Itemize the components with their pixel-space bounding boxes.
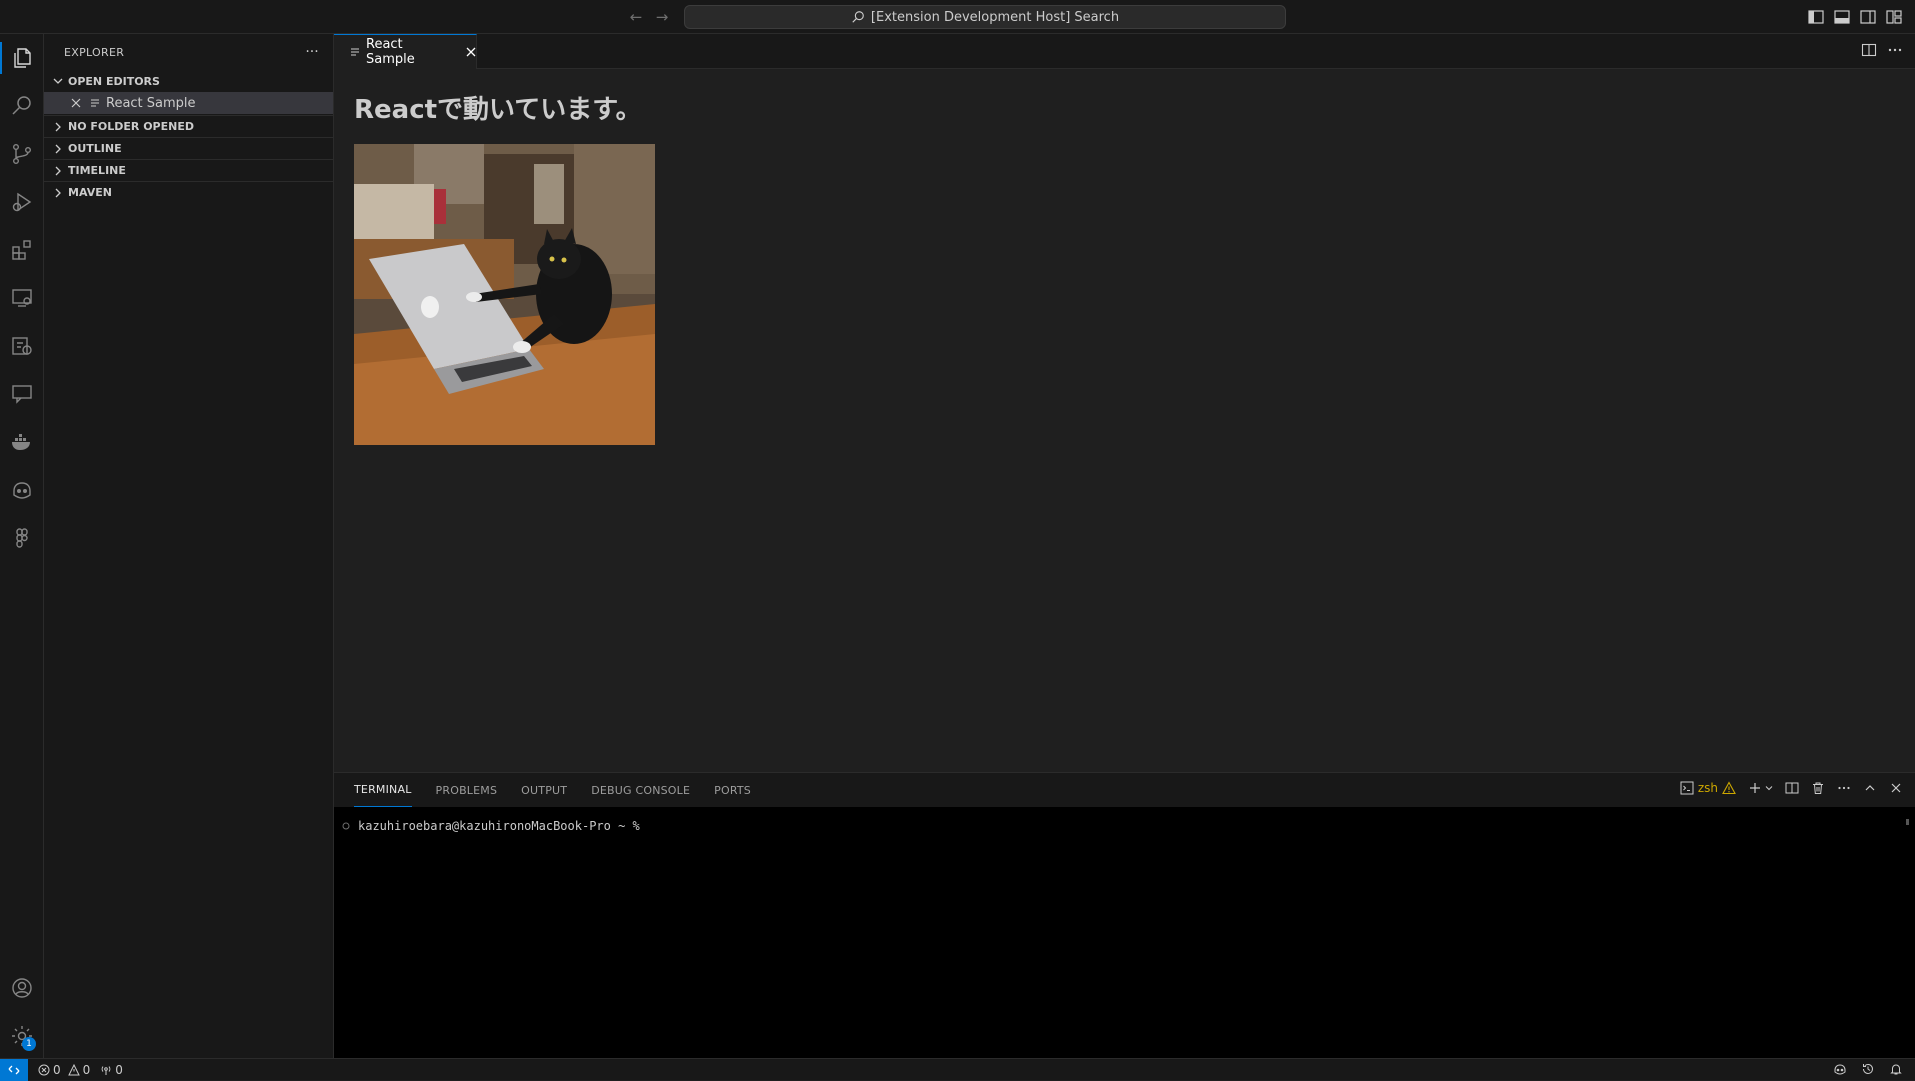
tab-output[interactable]: OUTPUT — [521, 773, 567, 807]
close-icon[interactable] — [68, 98, 84, 108]
new-terminal-icon[interactable] — [1748, 781, 1773, 795]
terminal-prompt: kazuhiroebara@kazuhironoMacBook-Pro ~ % — [358, 819, 640, 833]
tab-label: React Sample — [366, 37, 415, 67]
section-label: TIMELINE — [68, 164, 126, 177]
tab-problems[interactable]: PROBLEMS — [436, 773, 498, 807]
back-button[interactable]: ← — [626, 8, 646, 26]
toggle-panel-icon[interactable] — [1833, 8, 1851, 26]
page-heading: Reactで動いています。 — [354, 95, 642, 125]
more-actions-icon[interactable] — [1837, 781, 1851, 795]
settings-badge: 1 — [22, 1037, 36, 1051]
docker-icon[interactable] — [6, 426, 38, 458]
command-center-search[interactable]: [Extension Development Host] Search — [684, 5, 1286, 29]
settings-gear-icon[interactable]: 1 — [6, 1020, 38, 1052]
tab-react-sample[interactable]: React Sample — [334, 34, 477, 69]
section-outline[interactable]: OUTLINE — [44, 137, 333, 159]
ports-status[interactable]: 0 — [100, 1063, 123, 1077]
terminal-icon — [1680, 781, 1694, 795]
split-terminal-icon[interactable] — [1785, 781, 1799, 795]
tab-debug-console[interactable]: DEBUG CONSOLE — [591, 773, 690, 807]
sidebar-more-actions-button[interactable]: ··· — [302, 43, 322, 61]
section-label: OUTLINE — [68, 142, 122, 155]
notifications-bell-icon[interactable] — [1889, 1062, 1903, 1076]
chevron-down-icon — [48, 70, 68, 92]
more-actions-icon[interactable] — [1887, 42, 1903, 58]
command-center-label: [Extension Development Host] Search — [870, 9, 1120, 25]
figma-icon[interactable] — [6, 522, 38, 554]
error-count: 0 — [53, 1062, 61, 1077]
sidebar-title: EXPLORER — [64, 46, 125, 59]
explorer-sidebar: EXPLORER ··· OPEN EDITORS React Sample N… — [44, 34, 334, 1058]
terminal-shell-selector[interactable]: zsh — [1680, 781, 1736, 795]
warning-count: 0 — [82, 1062, 91, 1077]
terminal-prompt-line[interactable]: kazuhiroebara@kazuhironoMacBook-Pro ~ % — [342, 819, 640, 833]
status-bar-right — [1833, 1062, 1903, 1076]
section-open-editors[interactable]: OPEN EDITORS — [44, 70, 333, 92]
search-icon[interactable] — [6, 90, 38, 122]
remote-explorer-icon[interactable] — [6, 282, 38, 314]
error-icon — [38, 1064, 50, 1076]
chat-icon[interactable] — [6, 378, 38, 410]
search-icon — [851, 10, 865, 24]
terminal-scrollbar[interactable] — [1906, 819, 1909, 825]
toggle-primary-sidebar-icon[interactable] — [1807, 8, 1825, 26]
maximize-panel-icon[interactable] — [1863, 781, 1877, 795]
history-icon[interactable] — [1861, 1062, 1875, 1076]
problems-status[interactable]: 0 0 — [38, 1063, 90, 1077]
status-bar: 0 0 0 — [0, 1058, 1915, 1081]
copilot-icon[interactable] — [6, 474, 38, 506]
title-bar: ← → [Extension Development Host] Search — [0, 0, 1915, 34]
open-editor-item[interactable]: React Sample — [44, 92, 333, 114]
tab-ports[interactable]: PORTS — [714, 773, 751, 807]
section-label: OPEN EDITORS — [68, 74, 160, 88]
section-no-folder-opened[interactable]: NO FOLDER OPENED — [44, 115, 333, 137]
preview-file-icon — [350, 47, 360, 57]
accounts-icon[interactable] — [6, 972, 38, 1004]
section-maven[interactable]: MAVEN — [44, 181, 333, 203]
webview-editor: Reactで動いています。 — [334, 69, 1915, 772]
editor-actions — [1861, 42, 1903, 58]
close-panel-icon[interactable] — [1889, 781, 1903, 795]
section-label: NO FOLDER OPENED — [68, 120, 194, 133]
extensions-icon[interactable] — [6, 234, 38, 266]
broadcast-icon — [100, 1064, 112, 1076]
run-debug-icon[interactable] — [6, 186, 38, 218]
editor-tab-bar: React Sample — [334, 34, 1915, 69]
testing-icon[interactable] — [6, 330, 38, 362]
split-editor-icon[interactable] — [1861, 42, 1877, 58]
panel-tabs: TERMINAL PROBLEMS OUTPUT DEBUG CONSOLE P… — [354, 773, 751, 807]
bottom-panel: TERMINAL PROBLEMS OUTPUT DEBUG CONSOLE P… — [334, 772, 1915, 1058]
files-icon[interactable] — [0, 42, 38, 74]
source-control-icon[interactable] — [6, 138, 38, 170]
tab-terminal[interactable]: TERMINAL — [354, 773, 412, 807]
ports-count: 0 — [115, 1062, 123, 1077]
preview-file-icon — [90, 98, 100, 108]
panel-actions: zsh — [1680, 781, 1903, 795]
section-timeline[interactable]: TIMELINE — [44, 159, 333, 181]
activity-bar: 1 — [0, 34, 44, 1058]
forward-button[interactable]: → — [652, 8, 672, 26]
chevron-right-icon — [48, 116, 68, 138]
close-icon[interactable] — [466, 47, 476, 57]
customize-layout-icon[interactable] — [1885, 8, 1903, 26]
trash-icon[interactable] — [1811, 781, 1825, 795]
warning-icon — [1722, 781, 1736, 795]
shell-name: zsh — [1697, 781, 1718, 795]
copilot-status-icon[interactable] — [1833, 1062, 1847, 1076]
section-label: MAVEN — [68, 186, 112, 199]
warning-icon — [67, 1063, 80, 1076]
toggle-secondary-sidebar-icon[interactable] — [1859, 8, 1877, 26]
remote-indicator-button[interactable] — [0, 1058, 28, 1081]
prompt-circle-icon — [342, 822, 350, 830]
chevron-right-icon — [48, 182, 68, 204]
open-editor-label: React Sample — [106, 95, 196, 111]
cat-typing-laptop-image — [354, 144, 655, 445]
chevron-right-icon — [48, 138, 68, 160]
chevron-right-icon — [48, 160, 68, 182]
